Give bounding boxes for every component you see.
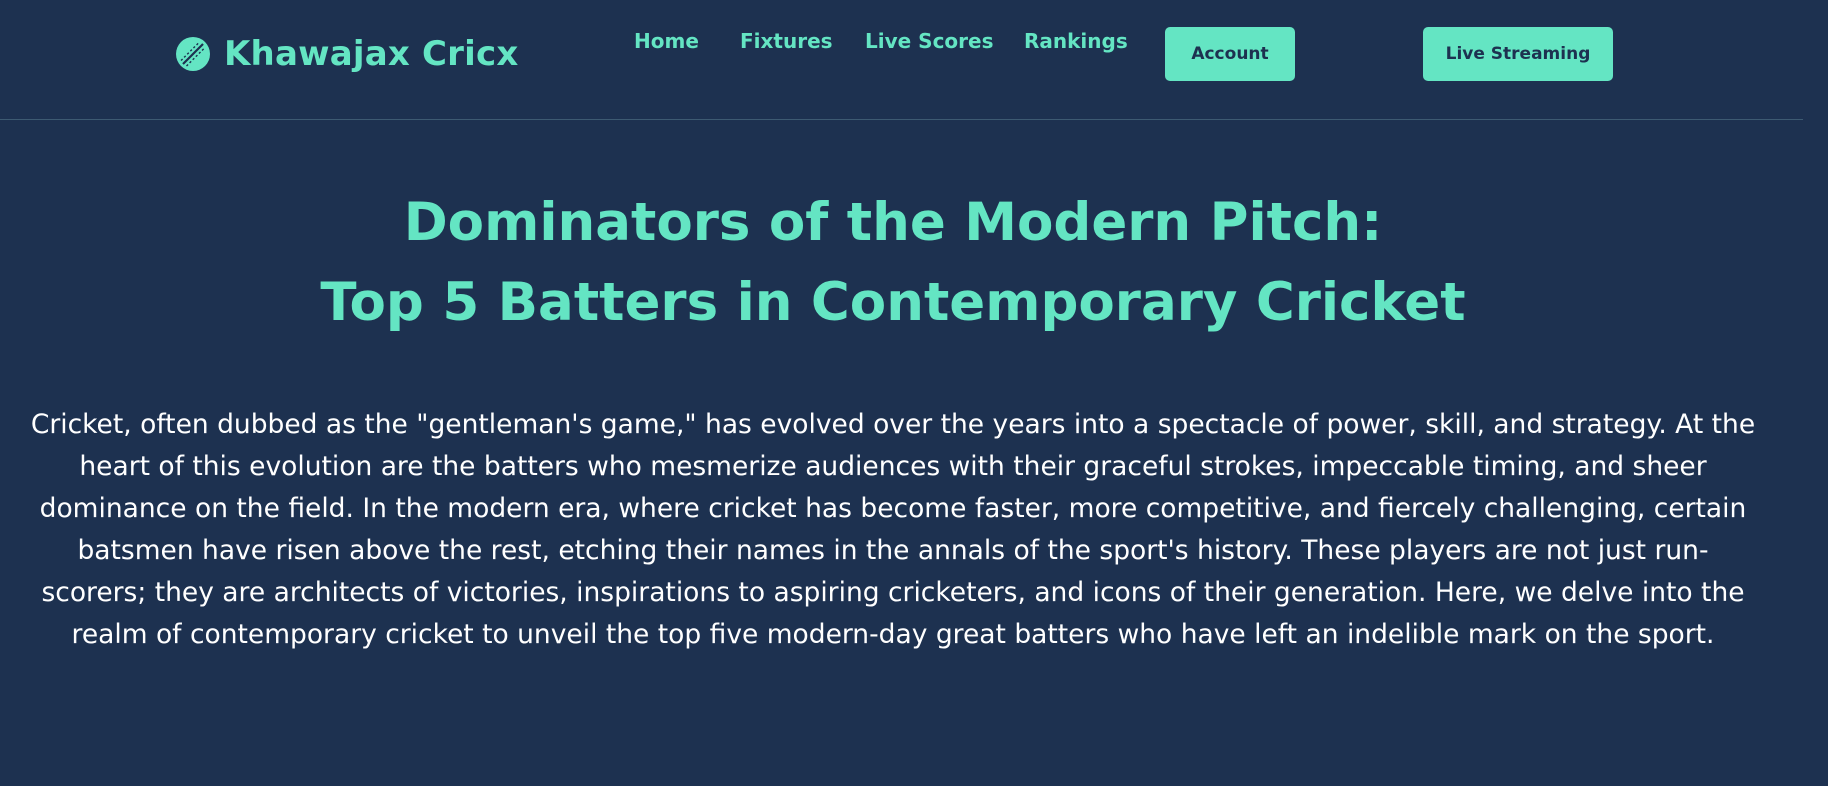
account-button[interactable]: Account	[1165, 27, 1295, 81]
nav-link-fixtures[interactable]: Fixtures	[740, 29, 833, 53]
navbar: Khawajax Cricx Home Fixtures Live Scores…	[0, 0, 1803, 120]
nav-link-live-scores[interactable]: Live Scores	[865, 29, 994, 53]
nav-link-home[interactable]: Home	[634, 29, 699, 53]
brand-name: Khawajax Cricx	[224, 34, 519, 74]
brand-logo-link[interactable]: Khawajax Cricx	[175, 32, 518, 76]
nav-link-rankings[interactable]: Rankings	[1024, 29, 1128, 53]
page-title-line-1: Dominators of the Modern Pitch:	[403, 192, 1383, 253]
page-title-line-2: Top 5 Batters in Contemporary Cricket	[320, 272, 1466, 333]
live-streaming-button[interactable]: Live Streaming	[1423, 27, 1613, 81]
cricket-ball-icon	[176, 37, 210, 71]
page: Khawajax Cricx Home Fixtures Live Scores…	[0, 0, 1828, 786]
intro-paragraph: Cricket, often dubbed as the "gentleman'…	[30, 409, 1756, 650]
